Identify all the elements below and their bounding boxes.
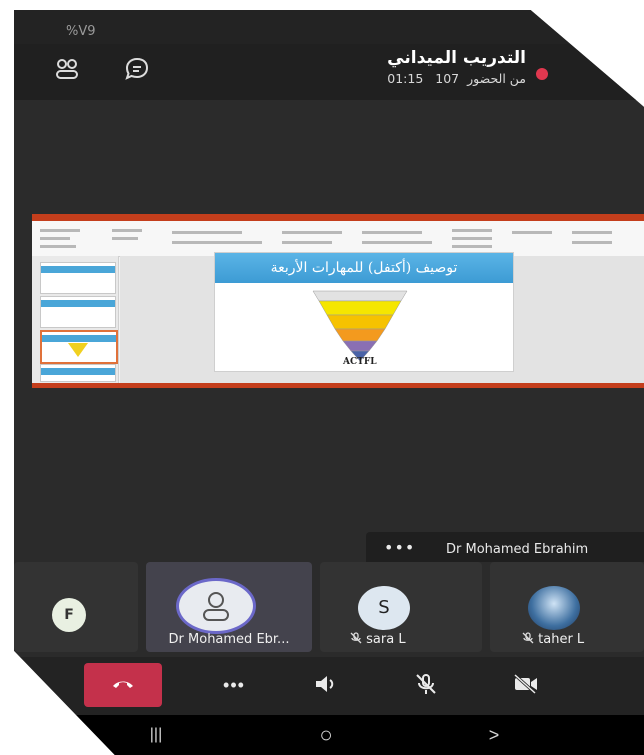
home-button[interactable]: ○ (296, 715, 356, 755)
battery-indicator: %V9 (66, 24, 96, 39)
recording-indicator (536, 68, 548, 80)
slide-thumbnail[interactable] (40, 296, 116, 328)
hang-up-icon (113, 681, 133, 688)
camera-button[interactable] (496, 663, 556, 707)
speaker-icon (316, 675, 334, 692)
participant-name: Dr Mohamed Ebr... (168, 632, 290, 647)
attendance-label: من الحضور (467, 71, 526, 86)
mic-off-icon (522, 632, 534, 644)
mute-button[interactable] (396, 663, 456, 707)
more-options-button[interactable]: ••• (204, 663, 264, 707)
participant-name: taher L (538, 632, 585, 647)
system-nav-bar: ||| ○ > (14, 715, 644, 755)
participants-icon[interactable] (54, 56, 80, 86)
slide-thumbnails (32, 256, 119, 383)
slide-thumbnail[interactable] (40, 364, 116, 382)
participant-tile[interactable]: F (14, 562, 138, 652)
call-controls: ••• (14, 657, 644, 715)
participant-tile[interactable]: S sara L (320, 562, 482, 652)
actfl-logo: ACTFL (343, 357, 377, 367)
status-bar: %V9 (14, 10, 644, 44)
attendance-count: 107 (435, 71, 460, 86)
speaker-button[interactable] (296, 663, 356, 707)
slide-thumbnail-selected[interactable] (40, 330, 118, 364)
participant-photo (528, 586, 580, 630)
participant-name-row: sara L (350, 632, 450, 647)
participant-tile-active[interactable]: Dr Mohamed Ebr... (146, 562, 312, 652)
slide-thumbnail[interactable] (40, 262, 116, 294)
proficiency-pyramid-graphic (312, 290, 408, 362)
meeting-header (14, 44, 644, 100)
meeting-duration: 01:15 (387, 71, 424, 86)
active-speaker-name: Dr Mohamed Ebrahim (446, 542, 589, 557)
participants-strip: F Dr Mohamed Ebr... S sara L taher L (14, 562, 644, 657)
mic-off-icon (350, 632, 362, 644)
mic-off-icon (416, 673, 436, 694)
speaker-more-button[interactable]: ••• (384, 538, 415, 557)
chat-icon[interactable] (124, 56, 150, 86)
phone-screen: %V9 التدريب الميداني 01:15 107 من الحضور (14, 10, 644, 755)
leave-call-button[interactable] (84, 663, 162, 707)
app-titlebar (32, 214, 644, 221)
participant-name: sara L (366, 632, 406, 647)
participant-tile[interactable]: taher L (490, 562, 644, 652)
participant-avatar: S (358, 586, 410, 630)
person-icon (176, 578, 256, 634)
meeting-info: 01:15 107 من الحضور (375, 71, 526, 86)
app-statusbar (32, 383, 644, 388)
slide-title: توصيف (أكتفل) للمهارات الأربعة (215, 253, 513, 283)
back-button[interactable]: > (464, 715, 524, 755)
participant-name-row: taher L (522, 632, 622, 647)
camera-off-icon (513, 673, 537, 694)
current-slide: توصيف (أكتفل) للمهارات الأربعة ACTFL (214, 252, 514, 372)
recents-button[interactable]: ||| (126, 715, 186, 755)
meeting-title: التدريب الميداني (387, 48, 526, 68)
participant-avatar: F (52, 598, 86, 632)
